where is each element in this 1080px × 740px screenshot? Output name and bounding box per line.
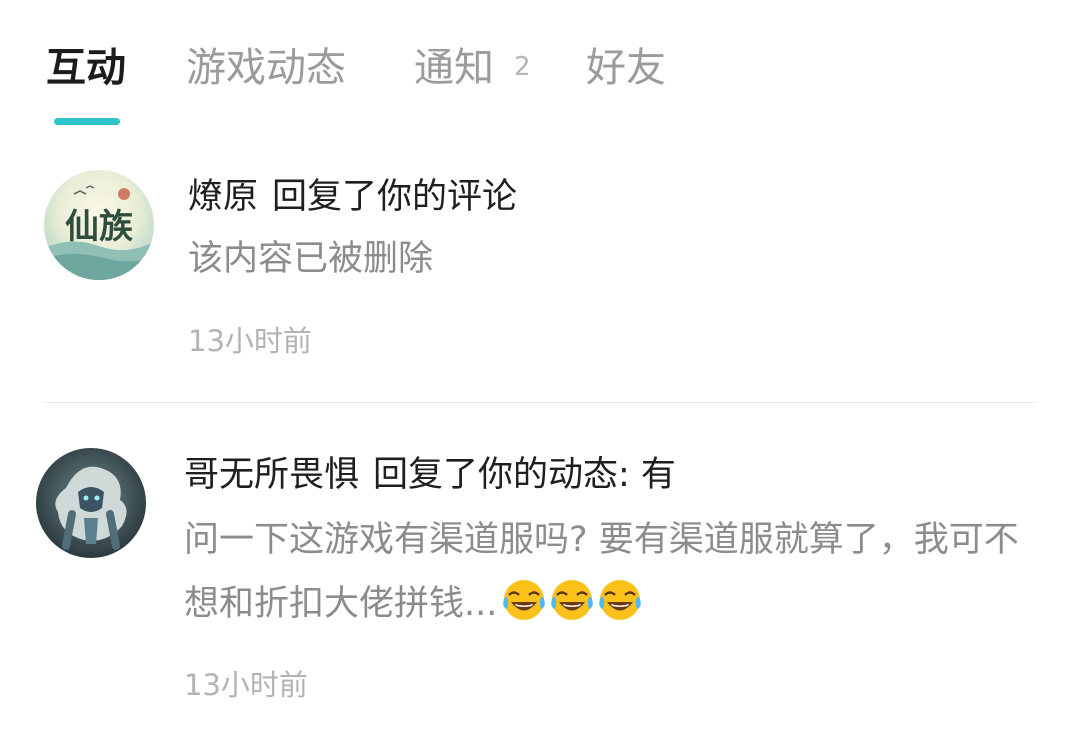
tab-game-activity[interactable]: 游戏动态: [186, 40, 346, 96]
face-with-tears-of-joy-icon: [597, 577, 643, 623]
notification-content: 该内容已被删除: [188, 239, 434, 279]
active-tab-indicator: [54, 118, 120, 125]
notification-item[interactable]: 仙族 燎原 回复了你的评论 该内容已被删除 13小时前: [0, 160, 1080, 400]
interaction-messages-page: 互动 游戏动态 通知 2 好友 仙族 燎原 回复了你的评论 该内容已被删除 13…: [0, 0, 1080, 740]
divider: [44, 402, 1036, 403]
avatar[interactable]: [36, 448, 146, 558]
notification-title: 燎原 回复了你的评论: [188, 174, 517, 220]
face-with-tears-of-joy-icon: [501, 577, 547, 623]
action-text: 回复了你的动态: 有: [373, 455, 676, 495]
notification-item[interactable]: 哥无所畏惧 回复了你的动态: 有 问一下这游戏有渠道服吗? 要有渠道服就算了，我可…: [0, 440, 1080, 740]
username[interactable]: 燎原: [188, 177, 258, 217]
timestamp: 13小时前: [188, 324, 312, 358]
tab-notifications[interactable]: 通知: [414, 40, 494, 96]
tab-friends[interactable]: 好友: [586, 40, 666, 96]
notification-content: 问一下这游戏有渠道服吗? 要有渠道服就算了，我可不想和折扣大佬拼钱...: [184, 508, 1044, 644]
avatar[interactable]: 仙族: [44, 170, 154, 280]
action-text: 回复了你的评论: [272, 177, 518, 217]
avatar-xianzu-image: 仙族: [44, 170, 154, 280]
avatar-logo-text: 仙族: [65, 207, 133, 247]
avatar-character-image: [36, 448, 146, 558]
timestamp: 13小时前: [184, 668, 308, 702]
notification-count-badge: 2: [514, 52, 531, 82]
tab-interaction[interactable]: 互动: [46, 40, 126, 96]
notification-title: 哥无所畏惧 回复了你的动态: 有: [184, 452, 676, 498]
face-with-tears-of-joy-icon: [549, 577, 595, 623]
username[interactable]: 哥无所畏惧: [184, 455, 359, 495]
emoji-row: [501, 577, 645, 644]
tab-bar: 互动 游戏动态 通知 2 好友: [0, 0, 1080, 130]
